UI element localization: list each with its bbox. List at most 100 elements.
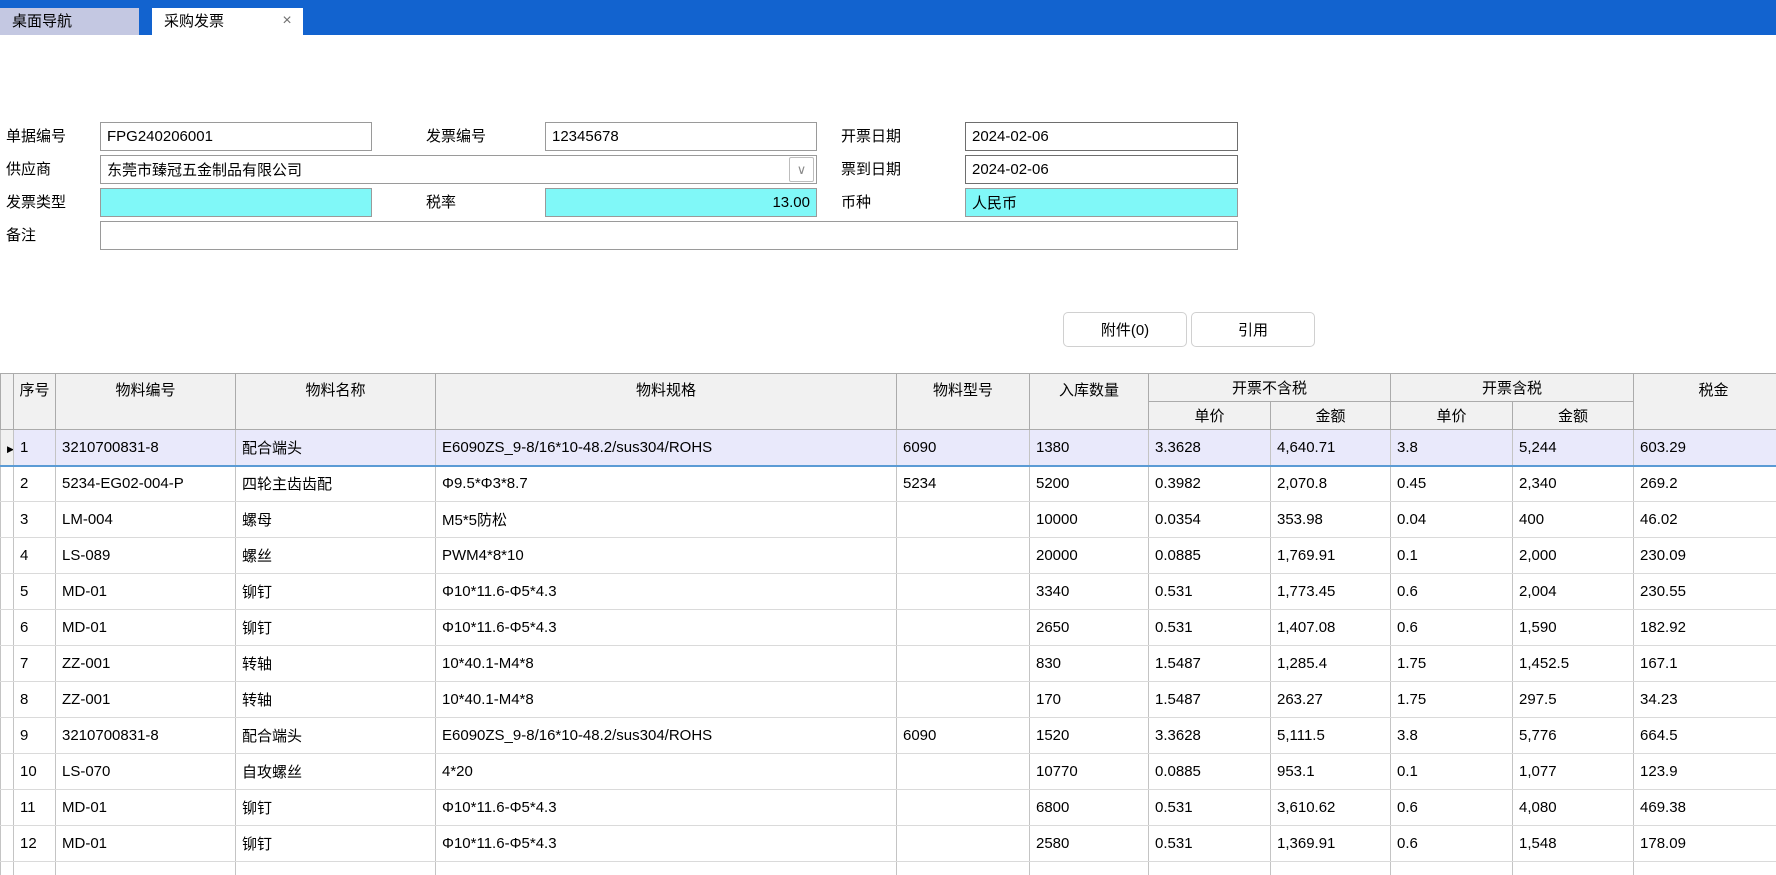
row-selector-cell[interactable] (1, 610, 14, 646)
table-cell-code[interactable]: ZZ-001 (56, 646, 236, 682)
table-cell-spec[interactable]: Φ10*11.6-Φ5*4.3 (436, 826, 897, 862)
table-row[interactable]: 10LS-070自攻螺丝4*20107700.0885953.10.11,077… (1, 754, 1776, 790)
table-cell-amt_in[interactable]: 2,340 (1513, 466, 1634, 502)
table-cell-qty[interactable]: 10770 (1030, 754, 1149, 790)
row-selector-cell[interactable] (1, 826, 14, 862)
table-cell-tax[interactable]: 603.29 (1634, 430, 1776, 466)
table-cell-seq[interactable]: 3 (14, 502, 56, 538)
table-cell-seq[interactable] (14, 862, 56, 875)
table-cell-price_ex[interactable]: 3.3628 (1149, 718, 1271, 754)
table-cell-price_in[interactable]: 0.45 (1391, 466, 1513, 502)
table-cell-spec[interactable]: E6090ZS_9-8/16*10-48.2/sus304/ROHS (436, 430, 897, 466)
table-cell-price_ex[interactable]: 0.0885 (1149, 538, 1271, 574)
table-cell-qty[interactable]: 1380 (1030, 430, 1149, 466)
row-selector-cell[interactable] (1, 754, 14, 790)
col-header-amount-incl[interactable]: 金额 (1513, 402, 1634, 430)
table-cell-model[interactable] (897, 502, 1030, 538)
table-cell-price_in[interactable]: 0.6 (1391, 790, 1513, 826)
table-cell-price_ex[interactable]: 0.531 (1149, 826, 1271, 862)
table-row[interactable]: 3LM-004螺母M5*5防松100000.0354353.980.044004… (1, 502, 1776, 538)
table-cell-seq[interactable]: 10 (14, 754, 56, 790)
table-cell-qty[interactable]: 170 (1030, 682, 1149, 718)
table-cell-code[interactable]: ZZ-001 (56, 682, 236, 718)
table-cell-model[interactable]: 5234 (897, 466, 1030, 502)
table-cell-price_ex[interactable]: 0.0354 (1149, 502, 1271, 538)
table-cell-seq[interactable]: 5 (14, 574, 56, 610)
table-cell-model[interactable] (897, 682, 1030, 718)
attachment-button[interactable]: 附件(0) (1063, 312, 1187, 347)
table-cell-name[interactable]: 转轴 (236, 682, 436, 718)
table-cell-amt_in[interactable]: 400 (1513, 502, 1634, 538)
table-cell-amt_in[interactable]: 1,452.5 (1513, 646, 1634, 682)
invoice-date-input[interactable] (965, 122, 1238, 151)
table-cell-model[interactable] (897, 610, 1030, 646)
col-header-material-name[interactable]: 物料名称 (236, 374, 436, 430)
table-cell-tax[interactable]: 182.92 (1634, 610, 1776, 646)
table-cell-code[interactable]: 3210700831-8 (56, 430, 236, 466)
table-cell-seq[interactable]: 6 (14, 610, 56, 646)
col-header-material-spec[interactable]: 物料规格 (436, 374, 897, 430)
table-cell-name[interactable]: 转轴 (236, 646, 436, 682)
table-cell-spec[interactable]: 10*40.1-M4*8 (436, 646, 897, 682)
table-cell-code[interactable]: MD-01 (56, 826, 236, 862)
row-selector-cell[interactable] (1, 538, 14, 574)
table-cell-price_in[interactable]: 0.6 (1391, 826, 1513, 862)
table-cell-qty[interactable]: 5200 (1030, 466, 1149, 502)
table-cell-price_in[interactable]: 0.1 (1391, 754, 1513, 790)
table-cell-amt_ex[interactable]: 2,070.8 (1271, 466, 1391, 502)
table-cell-seq[interactable]: 11 (14, 790, 56, 826)
table-cell-amt_ex[interactable]: 953.1 (1271, 754, 1391, 790)
table-cell-tax[interactable]: 469.38 (1634, 790, 1776, 826)
table-cell-amt_in[interactable]: 297.5 (1513, 682, 1634, 718)
invoice-no-input[interactable] (545, 122, 817, 151)
table-cell-spec[interactable]: Φ10*11.6-Φ5*4.3 (436, 610, 897, 646)
table-cell-name[interactable]: 四轮主齿齿配 (236, 466, 436, 502)
table-cell-code[interactable]: MD-01 (56, 574, 236, 610)
table-cell-seq[interactable]: 12 (14, 826, 56, 862)
table-cell-name[interactable]: 铆钉 (236, 574, 436, 610)
table-cell-amt_ex[interactable]: 1,769.91 (1271, 538, 1391, 574)
table-cell-code[interactable]: 5234-EG02-004-P (56, 466, 236, 502)
row-selector-cell[interactable] (1, 646, 14, 682)
row-selector-cell[interactable] (1, 862, 14, 875)
table-cell-code[interactable]: LM-004 (56, 502, 236, 538)
close-icon[interactable]: × (279, 8, 295, 35)
col-header-stockin-qty[interactable]: 入库数量 (1030, 374, 1149, 430)
table-cell-tax[interactable]: 123.9 (1634, 754, 1776, 790)
table-row[interactable]: 8ZZ-001转轴10*40.1-M4*81701.5487263.271.75… (1, 682, 1776, 718)
table-row[interactable]: 11MD-01铆钉Φ10*11.6-Φ5*4.368000.5313,610.6… (1, 790, 1776, 826)
table-cell-amt_in[interactable]: 2,000 (1513, 538, 1634, 574)
table-cell-model[interactable]: 6090 (897, 430, 1030, 466)
table-cell-price_ex[interactable]: 0.3982 (1149, 466, 1271, 502)
table-cell-seq[interactable]: 7 (14, 646, 56, 682)
table-row[interactable]: 12MD-01铆钉Φ10*11.6-Φ5*4.325800.5311,369.9… (1, 826, 1776, 862)
col-header-unit-price-excl[interactable]: 单价 (1149, 402, 1271, 430)
table-cell-tax[interactable]: 230.09 (1634, 538, 1776, 574)
table-row[interactable] (1, 862, 1776, 875)
table-cell-tax[interactable] (1634, 862, 1776, 875)
table-cell-name[interactable]: 螺丝 (236, 538, 436, 574)
table-row[interactable]: 5MD-01铆钉Φ10*11.6-Φ5*4.333400.5311,773.45… (1, 574, 1776, 610)
table-cell-seq[interactable]: 9 (14, 718, 56, 754)
tab-purchase-invoice[interactable]: 采购发票 × (152, 8, 303, 35)
table-cell-spec[interactable]: 10*40.1-M4*8 (436, 682, 897, 718)
col-header-seq[interactable]: 序号 (14, 374, 56, 430)
table-cell-model[interactable] (897, 574, 1030, 610)
chevron-down-icon[interactable]: ∨ (789, 157, 814, 182)
table-cell-amt_in[interactable]: 1,548 (1513, 826, 1634, 862)
table-cell-price_ex[interactable]: 1.5487 (1149, 682, 1271, 718)
col-header-amount-excl[interactable]: 金额 (1271, 402, 1391, 430)
table-cell-amt_in[interactable] (1513, 862, 1634, 875)
table-cell-tax[interactable]: 269.2 (1634, 466, 1776, 502)
col-group-incl-tax[interactable]: 开票含税 (1391, 374, 1634, 402)
table-cell-price_in[interactable]: 0.1 (1391, 538, 1513, 574)
table-cell-price_in[interactable]: 3.8 (1391, 718, 1513, 754)
table-cell-tax[interactable]: 230.55 (1634, 574, 1776, 610)
table-cell-model[interactable] (897, 790, 1030, 826)
table-cell-spec[interactable]: 4*20 (436, 754, 897, 790)
table-cell-amt_ex[interactable]: 263.27 (1271, 682, 1391, 718)
col-header-material-model[interactable]: 物料型号 (897, 374, 1030, 430)
table-cell-amt_in[interactable]: 5,776 (1513, 718, 1634, 754)
table-cell-amt_in[interactable]: 1,590 (1513, 610, 1634, 646)
table-cell-price_in[interactable]: 3.8 (1391, 430, 1513, 466)
